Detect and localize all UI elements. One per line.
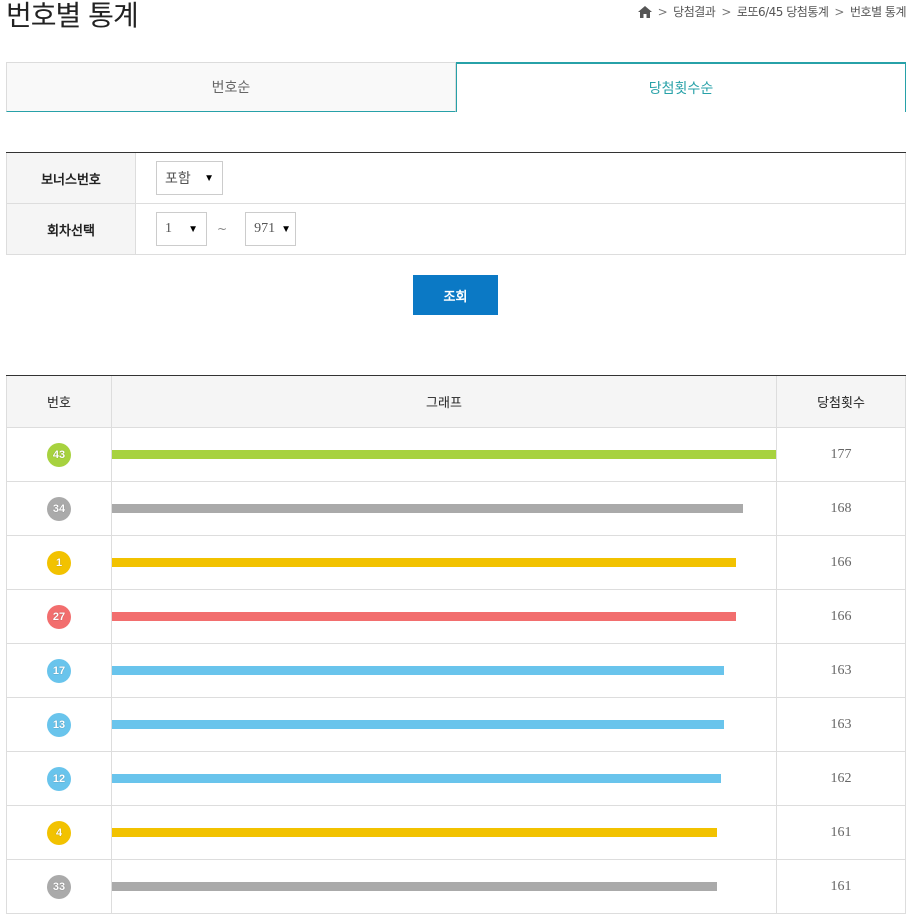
page-title: 번호별 통계 bbox=[6, 0, 139, 32]
count-cell: 163 bbox=[830, 716, 852, 732]
bonus-row: 보너스번호 포함 ▼ bbox=[6, 153, 906, 204]
graph-cell bbox=[112, 428, 777, 481]
lotto-ball: 12 bbox=[47, 766, 71, 791]
number-cell: 43 bbox=[7, 428, 112, 481]
header-count: 당첨횟수 bbox=[817, 396, 865, 411]
breadcrumb-item-results[interactable]: 당첨결과 bbox=[673, 3, 716, 20]
dropdown-arrow-icon: ▼ bbox=[188, 223, 198, 235]
count-bar bbox=[112, 828, 717, 837]
search-form: 보너스번호 포함 ▼ 회차선택 1 ▼ ~ 971 ▼ bbox=[6, 152, 906, 255]
range-separator: ~ bbox=[217, 222, 228, 236]
number-cell: 12 bbox=[7, 752, 112, 805]
graph-cell bbox=[112, 590, 777, 643]
round-from-value: 1 bbox=[165, 221, 172, 236]
count-cell: 161 bbox=[830, 878, 852, 894]
table-row: 12 162 bbox=[6, 752, 906, 806]
lotto-ball: 1 bbox=[47, 550, 71, 575]
lotto-ball: 43 bbox=[47, 442, 71, 467]
number-cell: 33 bbox=[7, 860, 112, 913]
graph-cell bbox=[112, 860, 777, 913]
round-to-value: 971 bbox=[254, 221, 276, 236]
number-cell: 4 bbox=[7, 806, 112, 859]
count-cell: 163 bbox=[830, 662, 852, 678]
number-cell: 13 bbox=[7, 698, 112, 751]
lotto-ball: 33 bbox=[47, 874, 71, 899]
count-cell: 166 bbox=[830, 554, 852, 570]
count-cell: 177 bbox=[830, 446, 852, 462]
count-cell: 162 bbox=[830, 770, 852, 786]
graph-cell bbox=[112, 752, 777, 805]
tab-by-number[interactable]: 번호순 bbox=[6, 62, 456, 112]
lotto-ball: 17 bbox=[47, 658, 71, 683]
stats-table: 번호 그래프 당첨횟수 43 177 34 168 1 166 27 166 17 163 13 16… bbox=[6, 375, 906, 914]
chevron-right-icon: > bbox=[721, 4, 731, 19]
bonus-select[interactable]: 포함 ▼ bbox=[156, 161, 223, 195]
chevron-right-icon: > bbox=[834, 4, 844, 19]
home-icon[interactable] bbox=[637, 5, 652, 18]
lotto-ball: 4 bbox=[47, 820, 71, 845]
round-to-select[interactable]: 971 ▼ bbox=[245, 212, 297, 246]
table-row: 1 166 bbox=[6, 536, 906, 590]
count-cell: 168 bbox=[830, 500, 852, 516]
header-number: 번호 bbox=[7, 376, 112, 427]
table-row: 33 161 bbox=[6, 860, 906, 914]
count-bar bbox=[112, 450, 776, 459]
dropdown-arrow-icon: ▼ bbox=[204, 172, 214, 184]
header-graph: 그래프 bbox=[112, 376, 777, 427]
lotto-ball: 27 bbox=[47, 604, 71, 629]
table-row: 34 168 bbox=[6, 482, 906, 536]
breadcrumb-item-stats[interactable]: 로또6/45 당첨통계 bbox=[737, 3, 829, 20]
count-bar bbox=[112, 720, 724, 729]
count-bar bbox=[112, 666, 724, 675]
chevron-right-icon: > bbox=[657, 4, 668, 19]
breadcrumb: > 당첨결과 > 로또6/45 당첨통계 > 번호별 통계 bbox=[637, 3, 907, 20]
round-from-select[interactable]: 1 ▼ bbox=[156, 212, 207, 246]
graph-cell bbox=[112, 806, 777, 859]
number-cell: 17 bbox=[7, 644, 112, 697]
round-label: 회차선택 bbox=[6, 204, 136, 254]
graph-cell bbox=[112, 482, 777, 535]
tab-bar: 번호순 당첨횟수순 bbox=[6, 62, 906, 112]
number-cell: 34 bbox=[7, 482, 112, 535]
count-cell: 166 bbox=[830, 608, 852, 624]
round-row: 회차선택 1 ▼ ~ 971 ▼ bbox=[6, 204, 906, 255]
table-row: 43 177 bbox=[6, 428, 906, 482]
bonus-select-value: 포함 bbox=[165, 172, 191, 187]
table-header: 번호 그래프 당첨횟수 bbox=[6, 376, 906, 428]
dropdown-arrow-icon: ▼ bbox=[281, 223, 291, 235]
tab-by-count[interactable]: 당첨횟수순 bbox=[456, 62, 906, 112]
table-row: 4 161 bbox=[6, 806, 906, 860]
count-bar bbox=[112, 504, 743, 513]
lotto-ball: 34 bbox=[47, 496, 71, 521]
table-body: 43 177 34 168 1 166 27 166 17 163 13 163 12 162 4 161 33… bbox=[6, 428, 906, 914]
count-bar bbox=[112, 882, 717, 891]
number-cell: 1 bbox=[7, 536, 112, 589]
count-bar bbox=[112, 558, 736, 567]
count-cell: 161 bbox=[830, 824, 852, 840]
number-cell: 27 bbox=[7, 590, 112, 643]
bonus-label: 보너스번호 bbox=[6, 153, 136, 203]
graph-cell bbox=[112, 644, 777, 697]
graph-cell bbox=[112, 536, 777, 589]
graph-cell bbox=[112, 698, 777, 751]
table-row: 17 163 bbox=[6, 644, 906, 698]
table-row: 13 163 bbox=[6, 698, 906, 752]
count-bar bbox=[112, 774, 721, 783]
table-row: 27 166 bbox=[6, 590, 906, 644]
count-bar bbox=[112, 612, 736, 621]
breadcrumb-item-current: 번호별 통계 bbox=[849, 5, 907, 19]
search-button[interactable]: 조회 bbox=[413, 275, 498, 315]
lotto-ball: 13 bbox=[47, 712, 71, 737]
